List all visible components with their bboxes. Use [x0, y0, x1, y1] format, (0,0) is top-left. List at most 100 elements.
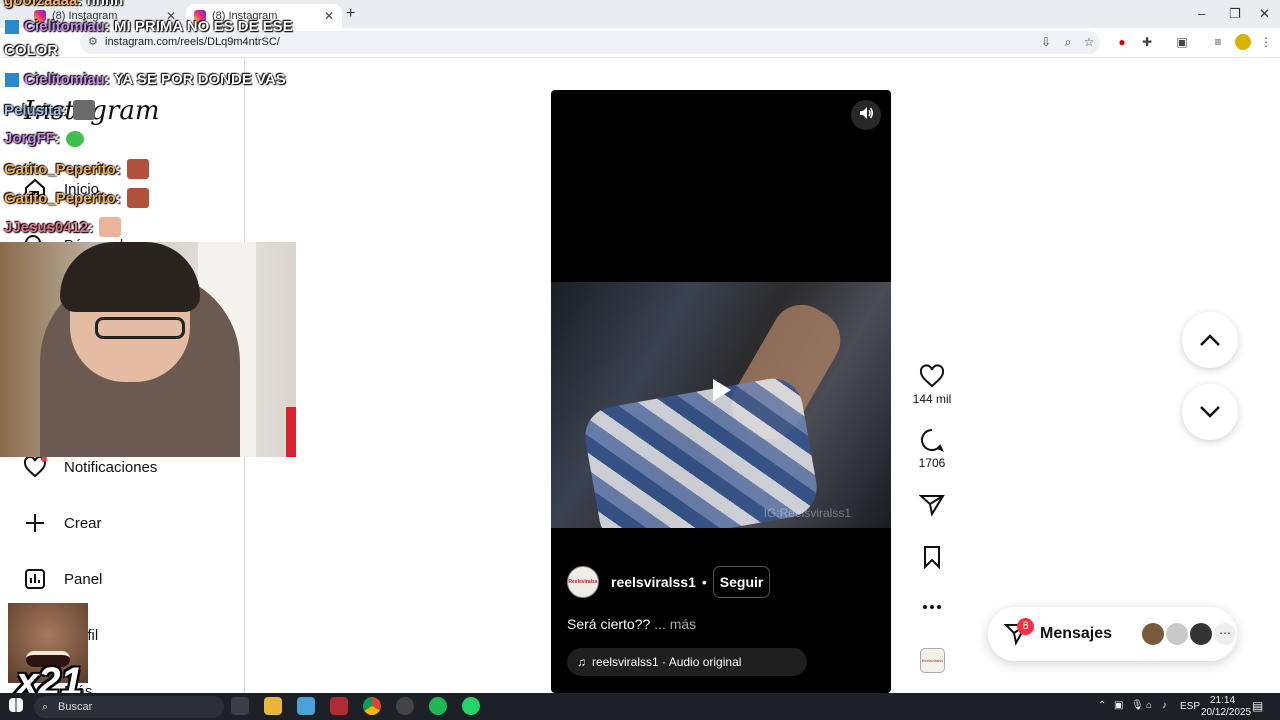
heart-icon	[22, 454, 48, 480]
chat-text: : YA SE POR DONDE VAS	[104, 71, 286, 88]
share-action[interactable]	[908, 493, 956, 521]
reel-player[interactable]: IG:Reelsviralss1 Reelsviralss reelsviral…	[551, 90, 891, 693]
next-reel-button[interactable]	[1182, 384, 1238, 440]
tray-chevron-icon[interactable]: ⌃	[1098, 700, 1106, 711]
screen: (8) Instagram ✕ (8) Instagram ✕ + – ❐ ✕ …	[0, 0, 1280, 720]
follow-button[interactable]: Seguir	[712, 566, 771, 598]
audio-thumbnail[interactable]: Reelsviralss	[920, 648, 945, 673]
chat-text: COLOR	[4, 42, 59, 59]
contact-avatar	[1166, 623, 1189, 645]
chat-message: COLOR	[4, 42, 58, 59]
chat-emote-icon	[126, 159, 149, 179]
browser-menu-icon[interactable]: ⋮	[1258, 34, 1274, 50]
save-action[interactable]	[908, 545, 956, 573]
zoom-icon[interactable]: ⌕	[1060, 34, 1076, 50]
like-action[interactable]: 144 mil	[908, 364, 956, 406]
chat-message: Gatito_Peperito :	[4, 188, 149, 208]
extensions-icon[interactable]: ✚	[1139, 34, 1155, 50]
chat-text: :	[88, 218, 94, 236]
task-view-icon[interactable]	[231, 697, 249, 715]
clock-date[interactable]: 20/12/2025	[1201, 707, 1251, 718]
obs-icon[interactable]	[396, 697, 414, 715]
new-tab-button[interactable]: +	[346, 5, 355, 23]
chrome-icon[interactable]	[363, 697, 381, 715]
chat-message: goofzaaaa : ññññ	[4, 0, 123, 9]
chat-text: :	[115, 160, 121, 178]
comment-icon	[921, 429, 945, 452]
windows-start-icon[interactable]	[9, 698, 23, 712]
network-icon[interactable]: ⌂	[1146, 700, 1152, 711]
webcam-person-glasses	[95, 317, 185, 339]
cast-icon[interactable]: ▣	[1174, 34, 1190, 50]
chat-username: Gatito_Peperito	[4, 189, 116, 207]
whatsapp-icon[interactable]	[462, 697, 480, 715]
chat-username: JorgFF	[4, 130, 55, 147]
chevron-up-icon	[1200, 334, 1220, 346]
bookmark-star-icon[interactable]: ☆	[1081, 34, 1097, 50]
chat-username: goofzaaaa	[4, 0, 78, 9]
chat-emote-icon	[99, 217, 122, 237]
chat-username: Cielitomiau	[24, 18, 105, 35]
taskbar-search-placeholder: Buscar	[58, 701, 93, 713]
webcam-person-hair	[60, 242, 200, 312]
author-avatar[interactable]: Reelsviralss	[567, 566, 599, 598]
minimize-button[interactable]: –	[1198, 6, 1205, 21]
video-plaid-shirt	[580, 373, 822, 528]
chat-message: JJesus0412 :	[4, 217, 122, 237]
media-control-icon[interactable]: ≡	[1210, 34, 1226, 50]
windows-taskbar: ⌕ Buscar ⌃ ▣ 🎙 ⌂ ♪ ESP 21:14 20/12/2025 …	[0, 693, 1280, 720]
app-icon[interactable]	[330, 697, 348, 715]
chat-username: JJesus0412	[4, 218, 89, 236]
chat-emote-icon	[65, 130, 84, 147]
messages-count-badge: 8	[1017, 618, 1034, 635]
maximize-button[interactable]: ❐	[1229, 6, 1241, 22]
caption-text: Será cierto??	[567, 616, 651, 632]
chat-badge-icon	[4, 71, 20, 88]
volume-icon[interactable]: ♪	[1162, 700, 1167, 711]
chat-message: Cielitomiau : YA SE POR DONDE VAS	[4, 71, 286, 88]
chat-message: JorgFF :	[4, 130, 84, 147]
play-icon[interactable]	[707, 376, 735, 404]
chat-message: Pelusita :	[4, 100, 95, 120]
previous-reel-button[interactable]	[1182, 312, 1238, 368]
language-indicator[interactable]: ESP	[1180, 701, 1200, 712]
clock-time[interactable]: 21:14	[1210, 695, 1235, 706]
sidebar-item-label: Panel	[64, 570, 103, 588]
sidebar-item-panel[interactable]: Panel	[22, 566, 102, 592]
volume-button[interactable]	[851, 100, 881, 130]
notepad-icon[interactable]	[297, 697, 315, 715]
microphone-icon[interactable]: 🎙	[1131, 700, 1144, 711]
share-icon	[919, 495, 945, 517]
reel-video-frame[interactable]: IG:Reelsviralss1	[551, 282, 891, 528]
profile-avatar-icon[interactable]	[1235, 34, 1251, 50]
bookmark-icon	[924, 546, 940, 569]
heart-icon	[919, 364, 945, 388]
chat-username: Gatito_Peperito	[4, 160, 116, 178]
sidebar-item-crear[interactable]: Crear	[22, 510, 102, 536]
more-options-action[interactable]	[908, 600, 956, 618]
sidebar-item-notificaciones[interactable]: Notificaciones	[22, 454, 157, 480]
like-count: 144 mil	[912, 392, 952, 406]
audio-pill[interactable]: ♫ reelsviralss1 · Audio original	[567, 648, 807, 676]
install-app-icon[interactable]: ⇩	[1038, 34, 1054, 50]
chat-badge-icon	[4, 18, 20, 35]
file-explorer-icon[interactable]	[264, 697, 282, 715]
tray-app-icon[interactable]: ▣	[1114, 700, 1123, 711]
messages-label: Mensajes	[1040, 625, 1113, 642]
webcam-red-edge	[286, 407, 296, 457]
notifications-icon[interactable]: ▤	[1252, 699, 1263, 713]
ellipsis-icon	[923, 605, 941, 609]
chat-message: Cielitomiau : MI PRIMA NO ES DE ESE	[4, 18, 293, 35]
more-contacts-icon: ⋯	[1214, 623, 1237, 645]
comment-action[interactable]: 1706	[908, 428, 956, 470]
author-username[interactable]: reelsviralss1	[611, 574, 696, 590]
caption-more-link[interactable]: ... más	[654, 616, 696, 632]
taskbar-search[interactable]: ⌕ Buscar	[34, 696, 224, 718]
search-icon: ⌕	[42, 701, 49, 713]
audio-label: reelsviralss1 · Audio original	[592, 655, 742, 669]
spotify-icon[interactable]	[429, 697, 447, 715]
opera-icon[interactable]: ●	[1114, 34, 1130, 50]
speaker-icon	[858, 105, 874, 126]
close-window-button[interactable]: ✕	[1259, 6, 1270, 22]
close-tab-icon[interactable]: ✕	[324, 9, 334, 23]
